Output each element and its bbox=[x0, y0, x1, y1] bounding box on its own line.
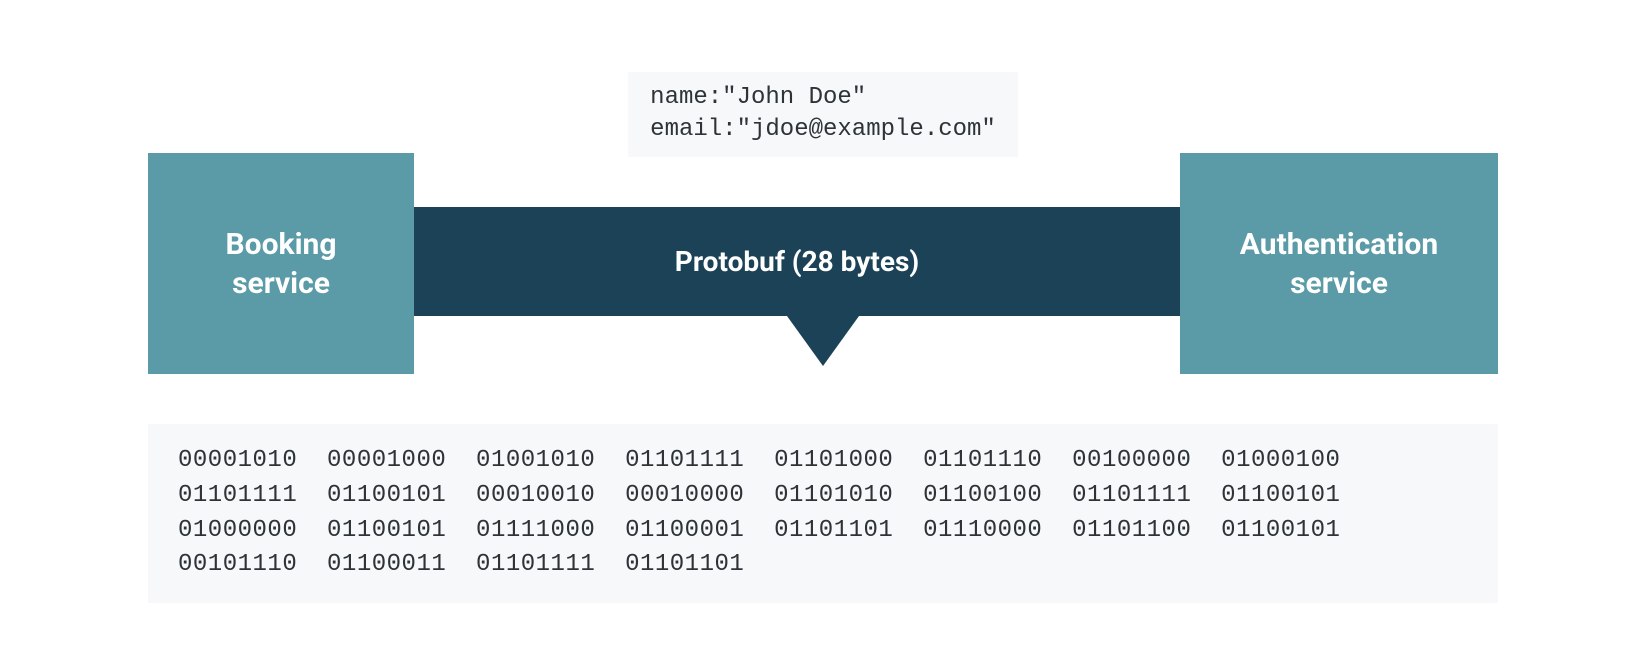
binary-row-2: 01101111 01100101 00010010 00010000 0110… bbox=[178, 482, 1340, 509]
protobuf-label: Protobuf (28 bytes) bbox=[675, 245, 919, 278]
protobuf-bar: Protobuf (28 bytes) bbox=[414, 207, 1180, 316]
binary-row-1: 00001010 00001000 01001010 01101111 0110… bbox=[178, 447, 1340, 474]
diagram-container: name:"John Doe" email:"jdoe@example.com"… bbox=[0, 0, 1646, 666]
binary-row-3: 01000000 01100101 01111000 01100001 0110… bbox=[178, 517, 1340, 544]
booking-service-box: Booking service bbox=[148, 153, 414, 374]
authentication-service-label: Authentication service bbox=[1240, 225, 1438, 303]
binary-output-block: 00001010 00001000 01001010 01101111 0110… bbox=[148, 424, 1498, 603]
input-data-line2: email:"jdoe@example.com" bbox=[650, 116, 996, 143]
input-data-block: name:"John Doe" email:"jdoe@example.com" bbox=[628, 72, 1018, 157]
input-data-line1: name:"John Doe" bbox=[650, 84, 866, 111]
authentication-service-box: Authentication service bbox=[1180, 153, 1498, 374]
booking-service-label: Booking service bbox=[226, 225, 337, 303]
binary-row-4: 00101110 01100011 01101111 01101101 bbox=[178, 551, 744, 578]
arrow-down-icon bbox=[787, 316, 859, 366]
